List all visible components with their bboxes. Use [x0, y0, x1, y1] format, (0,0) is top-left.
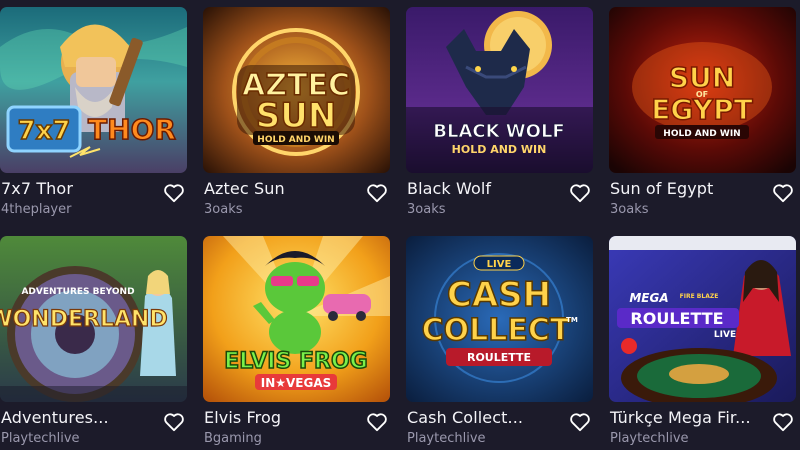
- art-title-2: THOR: [88, 113, 176, 146]
- art-title-1: ELVIS FROG: [224, 349, 367, 374]
- art-title-2: ROULETTE: [630, 309, 723, 328]
- game-title[interactable]: Sun of Egypt: [610, 179, 713, 198]
- heart-icon[interactable]: [163, 412, 185, 432]
- game-card[interactable]: ELVIS FROG IN★VEGAS Elvis Frog Bgaming: [203, 236, 390, 450]
- game-thumbnail[interactable]: LIVE CASH COLLECT TM ROULETTE: [406, 236, 593, 402]
- game-thumbnail[interactable]: AZTEC SUN HOLD AND WIN: [203, 7, 390, 173]
- game-provider: 3oaks: [204, 202, 243, 217]
- art-tag: ROULETTE: [467, 351, 531, 364]
- heart-icon[interactable]: [772, 412, 794, 432]
- art-tag: HOLD AND WIN: [663, 129, 740, 139]
- art-title-1: 7x7: [18, 116, 71, 146]
- art-top: LIVE: [487, 259, 512, 270]
- game-thumbnail[interactable]: ADVENTURES BEYOND WONDERLAND: [0, 236, 187, 402]
- art-title-2: EGYPT: [651, 93, 752, 126]
- game-provider: 3oaks: [610, 202, 649, 217]
- art-title-1: WONDERLAND: [0, 307, 168, 332]
- heart-icon[interactable]: [163, 183, 185, 203]
- game-card[interactable]: BLACK WOLF HOLD AND WIN Black Wolf 3oaks: [406, 7, 593, 225]
- game-thumbnail[interactable]: MEGA FIRE BLAZE ROULETTE LIVE: [609, 236, 796, 402]
- game-provider: Playtechlive: [407, 431, 486, 446]
- heart-icon[interactable]: [772, 183, 794, 203]
- game-provider: 3oaks: [407, 202, 446, 217]
- game-card[interactable]: 7x7 THOR 7x7 Thor 4theplayer: [0, 7, 187, 225]
- art-tm: TM: [566, 316, 578, 324]
- game-card[interactable]: MEGA FIRE BLAZE ROULETTE LIVE Türkçe Meg…: [609, 236, 796, 450]
- game-card[interactable]: LIVE CASH COLLECT TM ROULETTE Cash Colle…: [406, 236, 593, 450]
- art-title-1: CASH: [447, 275, 551, 315]
- game-provider: 4theplayer: [1, 202, 72, 217]
- game-provider: Playtechlive: [610, 431, 689, 446]
- heart-icon[interactable]: [366, 412, 388, 432]
- game-thumbnail[interactable]: ELVIS FROG IN★VEGAS: [203, 236, 390, 402]
- art-title-small: FIRE BLAZE: [680, 293, 719, 300]
- heart-icon[interactable]: [569, 183, 591, 203]
- art-title-1: MEGA: [629, 291, 668, 305]
- game-provider: Bgaming: [204, 431, 262, 446]
- game-title[interactable]: 7x7 Thor: [1, 179, 73, 198]
- art-tag: HOLD AND WIN: [452, 143, 547, 156]
- game-thumbnail[interactable]: 7x7 THOR: [0, 7, 187, 173]
- game-card[interactable]: ADVENTURES BEYOND WONDERLAND Adventures.…: [0, 236, 187, 450]
- game-thumbnail[interactable]: SUN OF EGYPT HOLD AND WIN: [609, 7, 796, 173]
- heart-icon[interactable]: [366, 183, 388, 203]
- heart-icon[interactable]: [569, 412, 591, 432]
- game-title[interactable]: Cash Collect...: [407, 408, 523, 427]
- art-tag: LIVE: [714, 330, 736, 340]
- game-title[interactable]: Elvis Frog: [204, 408, 281, 427]
- art-tag: HOLD AND WIN: [257, 135, 334, 145]
- art-title-2: IN★VEGAS: [261, 376, 332, 390]
- game-card[interactable]: AZTEC SUN HOLD AND WIN Aztec Sun 3oaks: [203, 7, 390, 225]
- art-title-1: BLACK WOLF: [433, 121, 564, 142]
- game-grid: 7x7 THOR 7x7 Thor 4theplayer AZTEC SUN H…: [0, 0, 800, 450]
- game-title[interactable]: Aztec Sun: [204, 179, 285, 198]
- game-title[interactable]: Black Wolf: [407, 179, 491, 198]
- game-title[interactable]: Adventures...: [1, 408, 109, 427]
- game-card[interactable]: SUN OF EGYPT HOLD AND WIN Sun of Egypt 3…: [609, 7, 796, 225]
- art-title-2: COLLECT: [422, 313, 571, 348]
- art-title-2: SUN: [256, 96, 337, 136]
- game-provider: Playtechlive: [1, 431, 80, 446]
- art-top: ADVENTURES BEYOND: [21, 287, 134, 297]
- game-thumbnail[interactable]: BLACK WOLF HOLD AND WIN: [406, 7, 593, 173]
- game-title[interactable]: Türkçe Mega Fir...: [610, 408, 751, 427]
